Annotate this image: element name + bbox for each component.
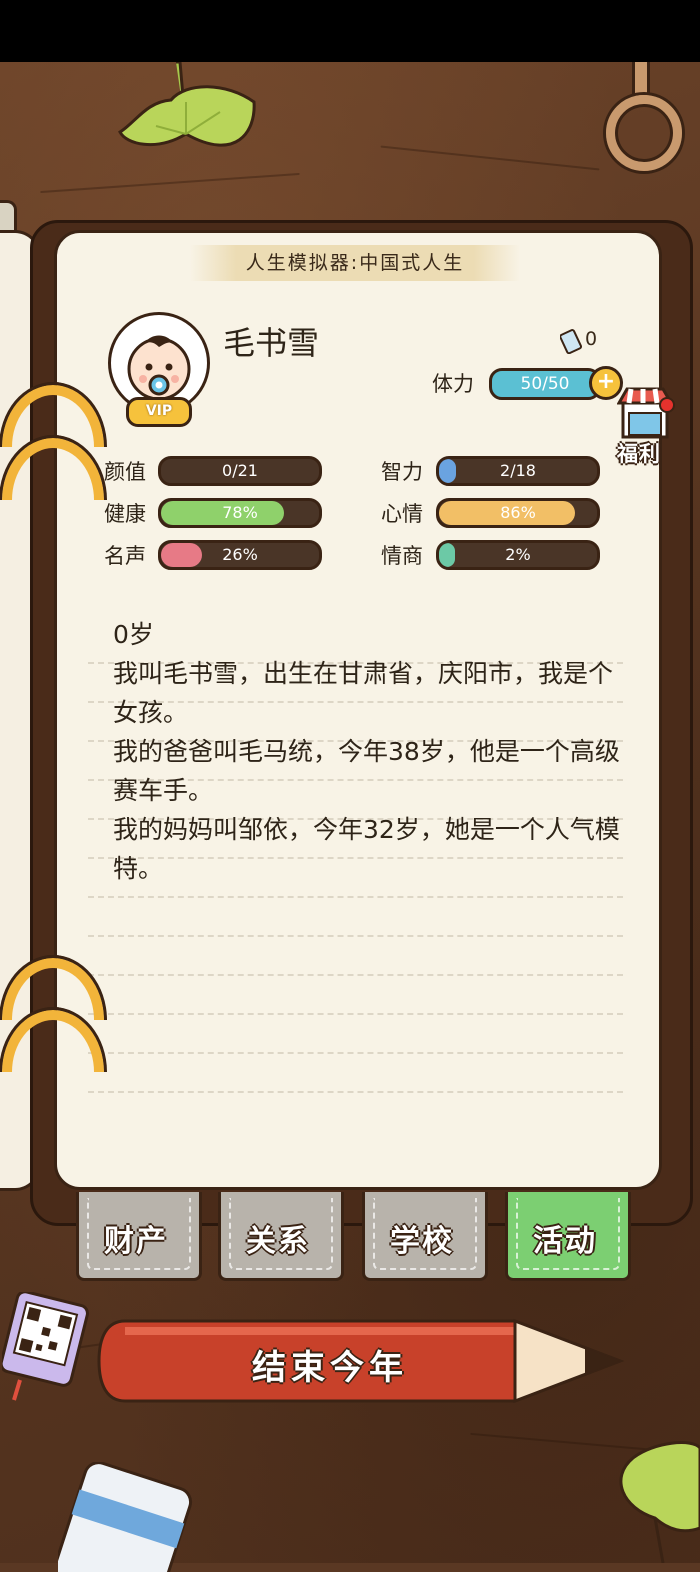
ticket-icon <box>560 329 583 354</box>
welfare-label[interactable]: 福利 <box>617 438 661 468</box>
stat-bar-fame: 26% <box>158 540 322 570</box>
stat-value-eq: 2% <box>505 545 531 564</box>
status-bar <box>0 0 700 62</box>
stat-value-appearance: 0/21 <box>222 461 258 480</box>
stat-value-intelligence: 2/18 <box>500 461 536 480</box>
eraser-icon <box>58 1462 193 1572</box>
tab-relations[interactable]: 关系 <box>218 1192 344 1292</box>
stat-label-mood: 心情 <box>381 502 423 526</box>
hook-ring <box>606 95 682 171</box>
ginkgo-leaf-icon <box>619 1441 700 1563</box>
diary-log: 0岁 我叫毛书雪，出生在甘肃省，庆阳市，我是个女孩。 我的爸爸叫毛马统，今年38… <box>113 615 623 888</box>
diary-age: 0岁 <box>113 620 154 649</box>
stat-label-appearance: 颜值 <box>104 460 146 484</box>
stamina-bar: 50/50 <box>489 368 601 400</box>
stat-bar-intelligence: 2/18 <box>436 456 600 486</box>
tab-assets[interactable]: 财产 <box>76 1192 202 1292</box>
stamina-label: 体力 <box>432 372 474 396</box>
tab-label: 学校 <box>390 1224 454 1259</box>
stat-label-fame: 名声 <box>104 544 146 568</box>
tab-label: 活动 <box>533 1224 597 1259</box>
stat-label-eq: 情商 <box>381 544 423 568</box>
ginkgo-leaf-icon <box>118 62 256 147</box>
end-year-label[interactable]: 结束今年 <box>200 1340 460 1389</box>
qr-code-icon[interactable] <box>2 1292 90 1402</box>
ticket-count: 0 <box>585 328 598 350</box>
stat-bar-appearance: 0/21 <box>158 456 322 486</box>
vip-badge[interactable]: VIP <box>126 397 192 427</box>
diary-entry: 我的爸爸叫毛马统，今年38岁，他是一个高级赛车手。 <box>113 737 620 805</box>
stat-label-health: 健康 <box>104 502 146 526</box>
diary-entry: 我叫毛书雪，出生在甘肃省，庆阳市，我是个女孩。 <box>113 659 614 727</box>
character-name: 毛书雪 <box>223 324 320 362</box>
stat-value-fame: 26% <box>222 545 258 564</box>
tab-school[interactable]: 学校 <box>362 1192 488 1292</box>
stat-bar-eq: 2% <box>436 540 600 570</box>
stat-bar-mood: 86% <box>436 498 600 528</box>
stat-label-intelligence: 智力 <box>381 460 423 484</box>
stat-value-health: 78% <box>222 503 258 522</box>
diary-entry: 我的妈妈叫邹依，今年32岁，她是一个人气模特。 <box>113 815 620 883</box>
tab-activities[interactable]: 活动 <box>505 1192 631 1292</box>
tab-label: 关系 <box>246 1224 310 1259</box>
app-title: 人生模拟器:中国式人生 <box>190 245 520 281</box>
stat-value-mood: 86% <box>500 503 536 522</box>
stat-bar-health: 78% <box>158 498 322 528</box>
tab-label: 财产 <box>104 1224 168 1259</box>
